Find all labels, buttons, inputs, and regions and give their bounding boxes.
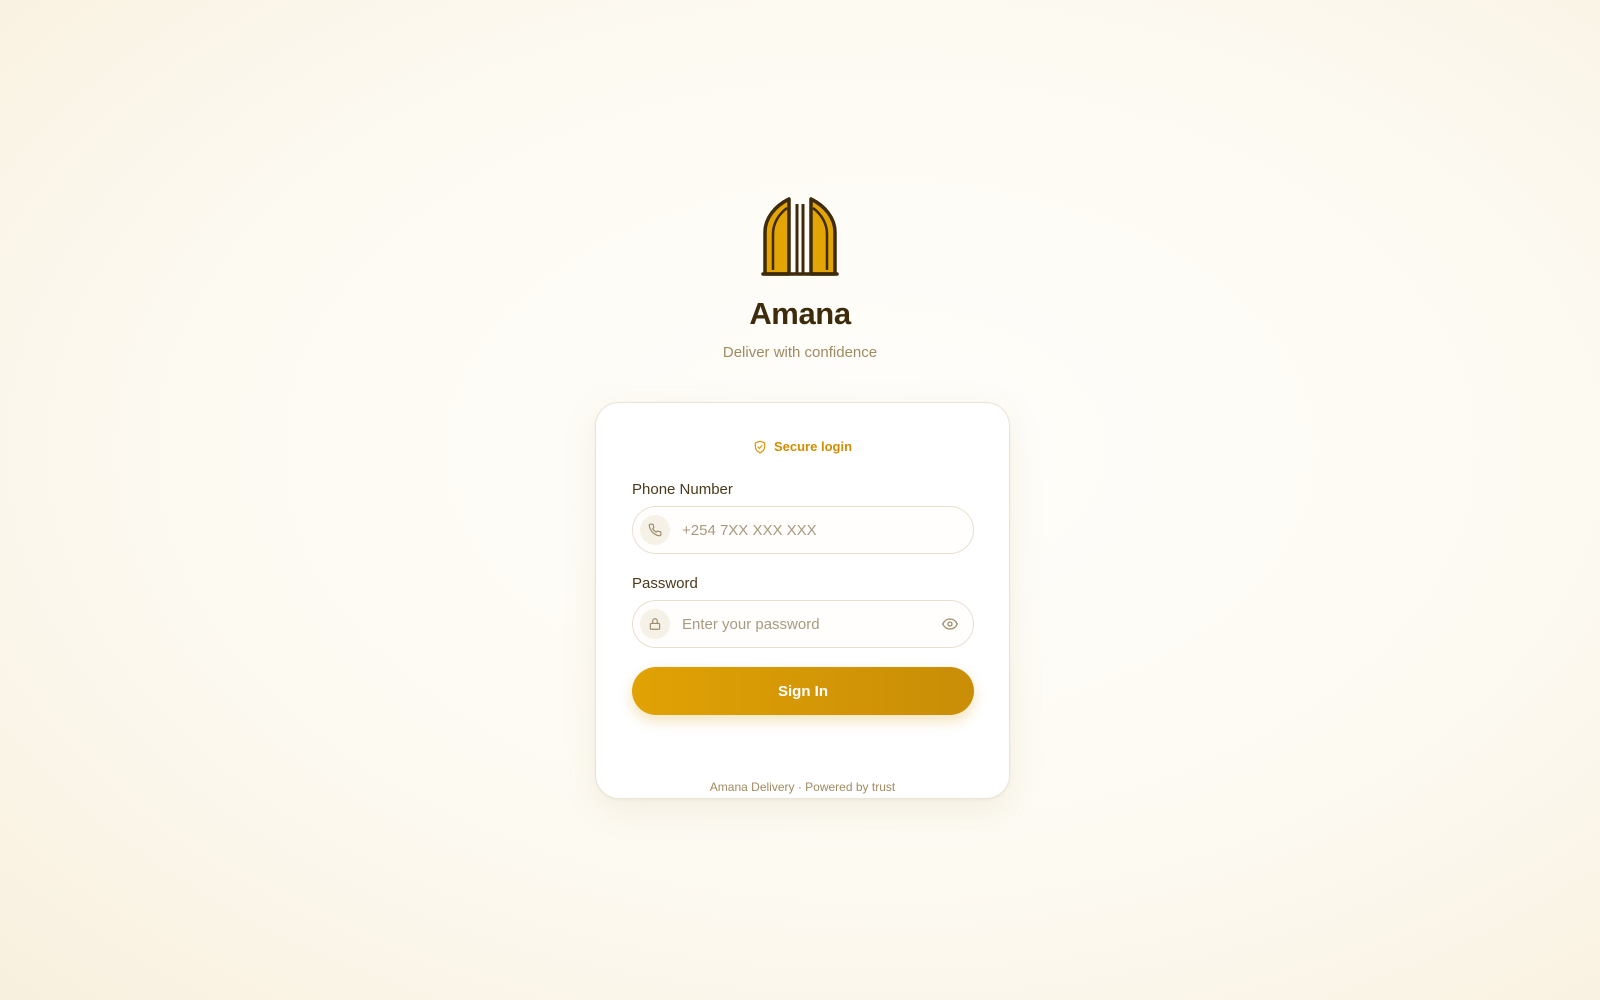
- lock-icon: [640, 609, 670, 639]
- tagline: Deliver with confidence: [722, 344, 878, 361]
- password-field[interactable]: [632, 600, 974, 648]
- eye-icon[interactable]: [935, 609, 965, 639]
- app-name: Amana: [749, 296, 851, 331]
- shield-check-icon: [754, 440, 766, 453]
- brand-header: Amana Deliver with confidence: [0, 196, 1600, 361]
- password-label: Password: [632, 575, 698, 592]
- secure-login-label: Secure login: [773, 439, 853, 454]
- password-input[interactable]: [682, 615, 935, 633]
- sign-in-button[interactable]: Sign In: [632, 667, 974, 715]
- amana-door-logo-icon: [761, 197, 839, 276]
- login-card: Secure login Phone Number Password Sign …: [595, 402, 1010, 799]
- card-footer: Amana Delivery · Powered by trust: [709, 780, 896, 794]
- secure-login-badge: Secure login: [596, 439, 1009, 454]
- phone-number-input[interactable]: [682, 521, 973, 539]
- phone-number-field[interactable]: [632, 506, 974, 554]
- phone-icon: [640, 515, 670, 545]
- phone-number-label: Phone Number: [632, 481, 733, 498]
